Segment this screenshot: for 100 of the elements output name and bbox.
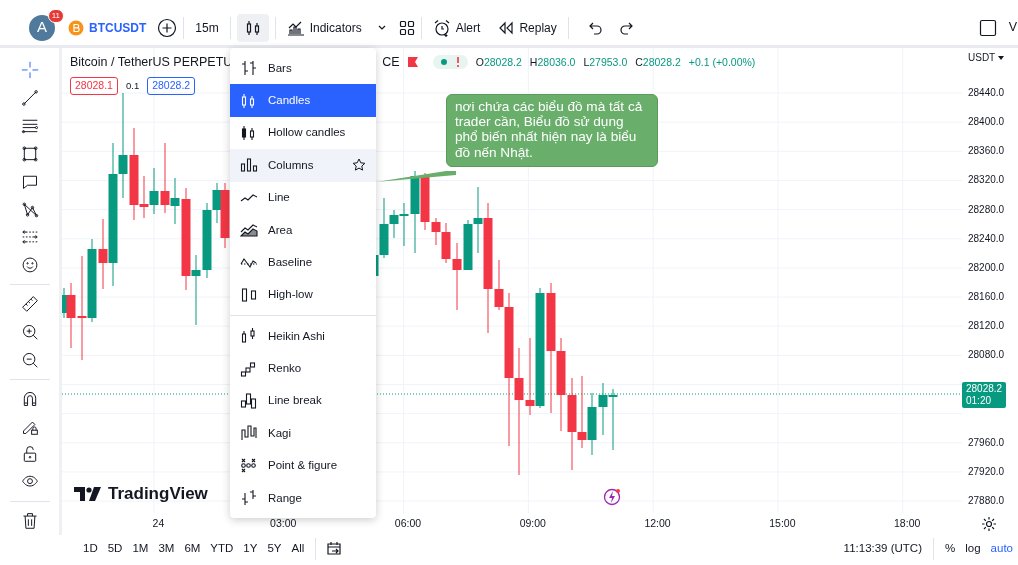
menu-item[interactable]: Columns bbox=[230, 149, 376, 182]
menu-item[interactable]: Bars bbox=[230, 52, 376, 85]
spread-value: 0.1 bbox=[125, 78, 140, 93]
price-label: 28320.0 bbox=[967, 173, 1006, 188]
currency-button[interactable]: USDT bbox=[962, 48, 1015, 68]
settings-icon[interactable] bbox=[981, 516, 997, 532]
logo-text: TradingView bbox=[108, 483, 208, 505]
lightning-icon[interactable] bbox=[603, 488, 621, 506]
callout-note: nơi chứa các biểu đồ mà tất cả trader cần, Biểu đồ sử dụng phổ biến nhất hiện nay là biểu đồ nến Nhật. bbox=[446, 94, 658, 167]
bars-icon bbox=[240, 59, 258, 78]
price-label: 28400.0 bbox=[967, 115, 1006, 130]
price-label: 28360.0 bbox=[967, 144, 1006, 159]
symbol-title: CE bbox=[382, 54, 400, 71]
status-dot-icon bbox=[440, 59, 447, 66]
time-label: 03:00 bbox=[269, 516, 298, 532]
menu-item[interactable]: Line break bbox=[230, 384, 376, 418]
price-label: 28280.0 bbox=[967, 202, 1006, 217]
columns-icon bbox=[240, 156, 258, 175]
kagi-icon bbox=[240, 424, 258, 443]
candles-icon bbox=[244, 18, 261, 37]
toolbar-label[interactable]: V bbox=[1008, 18, 1017, 37]
price-label: 28240.0 bbox=[967, 231, 1006, 246]
high-low-icon bbox=[240, 285, 258, 304]
scale-mode-button[interactable]: log bbox=[960, 537, 986, 560]
menu-item[interactable]: Point & figure bbox=[230, 449, 376, 483]
replay-button[interactable]: Replay bbox=[493, 15, 562, 40]
range-button[interactable]: YTD bbox=[205, 537, 239, 560]
indicators-button[interactable]: Indicators bbox=[281, 15, 367, 40]
layout-icon[interactable] bbox=[398, 19, 415, 36]
menu-item[interactable]: Baseline bbox=[230, 246, 376, 279]
time-label: 24 bbox=[151, 516, 166, 532]
caret-icon[interactable] bbox=[376, 23, 387, 32]
range-button[interactable]: 1D bbox=[78, 537, 103, 560]
menu-item[interactable]: Candles bbox=[230, 84, 376, 117]
alarm-clock-icon bbox=[432, 18, 451, 37]
menu-item[interactable]: High-low bbox=[230, 278, 376, 312]
time-label: 15:00 bbox=[768, 516, 797, 532]
price-label: 28440.0 bbox=[967, 86, 1006, 100]
heikin-ashi-icon bbox=[240, 327, 258, 346]
symbol-title: Bitcoin / TetherUS PERPETU bbox=[70, 54, 233, 71]
logo-icon bbox=[74, 486, 102, 501]
candle bbox=[587, 392, 597, 456]
line-break-icon bbox=[240, 392, 258, 411]
ohlc-value: L27953.0 bbox=[583, 54, 628, 70]
menu-item[interactable]: Line bbox=[230, 181, 376, 214]
menu-item[interactable]: Heikin Ashi bbox=[230, 320, 376, 353]
caret-icon bbox=[997, 56, 1004, 61]
menu-item[interactable]: Hollow candles bbox=[230, 116, 376, 150]
interval-button[interactable]: 15m bbox=[190, 15, 224, 40]
redo-icon[interactable] bbox=[618, 20, 635, 35]
warning-icon bbox=[455, 57, 460, 68]
timezone-button[interactable]: 11:13:39 (UTC) bbox=[838, 537, 927, 560]
menu-item[interactable]: Range bbox=[230, 482, 376, 515]
price-label: 28160.0 bbox=[967, 290, 1006, 304]
chart-type-button[interactable] bbox=[236, 13, 269, 42]
price-label: 28080.0 bbox=[967, 348, 1006, 363]
range-button[interactable]: 1Y bbox=[238, 537, 263, 560]
chart-icon bbox=[286, 19, 305, 36]
symbol-button[interactable]: BTCUSDT bbox=[63, 15, 152, 40]
candle bbox=[463, 219, 473, 271]
candle bbox=[608, 388, 618, 451]
renko-icon bbox=[240, 359, 258, 378]
candle bbox=[598, 382, 608, 436]
add-symbol-icon[interactable] bbox=[157, 17, 178, 38]
time-label: 06:00 bbox=[393, 516, 423, 532]
menu-item[interactable]: Renko bbox=[230, 352, 376, 385]
menu-item[interactable]: Kagi bbox=[230, 417, 376, 450]
time-label: 18:00 bbox=[893, 516, 922, 532]
range-button[interactable]: 5Y bbox=[262, 537, 287, 560]
sell-price-button[interactable]: 28028.1 bbox=[70, 76, 118, 95]
price-label: 28200.0 bbox=[967, 260, 1006, 275]
range-button[interactable]: 5D bbox=[102, 537, 128, 560]
range-button[interactable]: 3M bbox=[153, 537, 180, 560]
ohlc-value: C28028.2 bbox=[635, 54, 681, 70]
last-price: 28028.2 bbox=[966, 383, 1003, 395]
price-change: +0.1 (+0.00%) bbox=[688, 54, 756, 70]
time-label: 12:00 bbox=[643, 516, 672, 532]
ohlc-value: H28036.0 bbox=[529, 54, 576, 70]
buy-price-button[interactable]: 28028.2 bbox=[147, 76, 196, 95]
price-label: 27880.0 bbox=[967, 494, 1006, 508]
notification-badge: 11 bbox=[47, 8, 64, 23]
status-pill[interactable] bbox=[432, 55, 468, 70]
menu-item[interactable]: Area bbox=[230, 213, 376, 247]
point-figure-icon bbox=[240, 456, 258, 475]
ohlc-value: O28028.2 bbox=[475, 54, 522, 70]
range-button[interactable]: All bbox=[286, 537, 310, 560]
alert-button[interactable]: Alert bbox=[427, 15, 486, 40]
square-icon[interactable] bbox=[978, 18, 997, 37]
range-button[interactable]: 6M bbox=[179, 537, 206, 560]
range-icon bbox=[240, 489, 258, 508]
scale-mode-button[interactable]: auto bbox=[985, 537, 1018, 560]
coin-icon bbox=[68, 19, 84, 36]
calendar-range-icon[interactable] bbox=[326, 540, 343, 557]
range-button[interactable]: 1M bbox=[127, 537, 154, 560]
scale-mode-button[interactable]: % bbox=[940, 537, 961, 560]
price-label: 27920.0 bbox=[967, 464, 1006, 479]
star-icon[interactable] bbox=[352, 158, 366, 173]
rewind-icon bbox=[498, 20, 515, 35]
flag-icon[interactable] bbox=[406, 56, 419, 69]
price-label: 28120.0 bbox=[967, 319, 1006, 334]
